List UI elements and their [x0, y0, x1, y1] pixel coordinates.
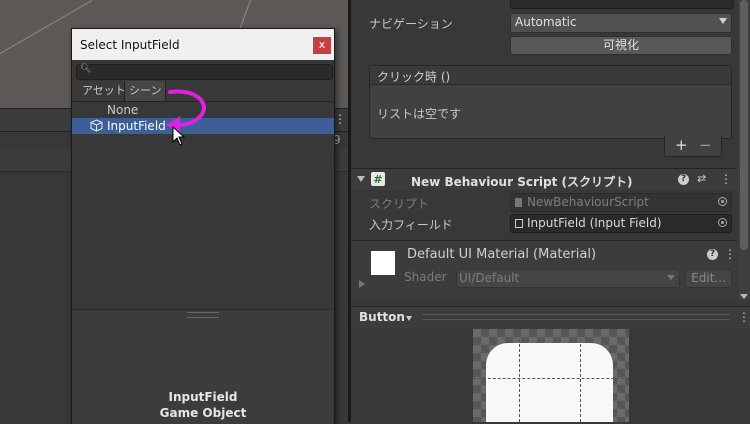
- navigation-value: Automatic: [515, 15, 577, 29]
- script-label: スクリプト: [369, 197, 430, 211]
- material-swatch: [371, 251, 395, 275]
- visualize-button[interactable]: 可視化: [510, 36, 732, 55]
- material-menu-icon[interactable]: ⋮: [724, 247, 736, 261]
- help-icon[interactable]: ?: [707, 249, 718, 260]
- component-menu-icon[interactable]: ⋮: [720, 172, 732, 186]
- search-input[interactable]: 🔍︎: [76, 64, 333, 80]
- remove-event-button[interactable]: −: [699, 136, 712, 154]
- svg-text:#: #: [373, 173, 382, 186]
- preview-title-dropdown[interactable]: Button: [359, 310, 405, 324]
- preview-object-type: Game Object: [159, 406, 247, 420]
- left-menu-icon[interactable]: ⋮: [334, 112, 346, 126]
- scroll-down-icon[interactable]: [740, 294, 748, 299]
- fold-arrow-icon[interactable]: [359, 280, 365, 288]
- chevron-down-icon: [406, 316, 412, 321]
- mouse-cursor-icon: [172, 126, 186, 146]
- input-field-icon: [515, 219, 523, 228]
- tab-assets[interactable]: アセット: [78, 81, 130, 101]
- input-field-reference[interactable]: InputField (Input Field): [510, 214, 732, 233]
- preset-icon[interactable]: ⇄: [697, 172, 706, 185]
- list-item-none[interactable]: None: [107, 103, 138, 117]
- shader-label: Shader: [404, 270, 447, 284]
- component-title: New Behaviour Script (スクリプト): [411, 175, 633, 189]
- preview-object-name: InputField: [168, 390, 238, 404]
- help-icon[interactable]: ?: [678, 174, 689, 185]
- script-hash-icon: #: [371, 172, 385, 186]
- search-icon: 🔍︎: [80, 64, 92, 74]
- dialog-preview-pane: InputField Game Object: [72, 309, 334, 424]
- preview-menu-icon[interactable]: ⋮: [738, 310, 750, 324]
- dialog-title: Select InputField: [80, 38, 180, 52]
- object-picker-icon[interactable]: [718, 218, 727, 227]
- annotation-arrow-icon: [166, 89, 206, 134]
- scrollbar-thumb[interactable]: [740, 0, 748, 250]
- script-field-value: NewBehaviourScript: [527, 195, 649, 209]
- input-field-label: 入力フィールド: [369, 218, 453, 232]
- navigation-label: ナビゲーション: [369, 17, 453, 31]
- add-event-button[interactable]: +: [675, 136, 688, 154]
- onclick-footer: + −: [664, 136, 722, 157]
- slice-guide: [473, 378, 629, 379]
- script-field[interactable]: NewBehaviourScript: [510, 193, 732, 212]
- list-item-label: InputField: [107, 119, 166, 133]
- material-title: Default UI Material (Material): [407, 247, 597, 262]
- chevron-down-icon: [667, 275, 675, 280]
- dialog-titlebar[interactable]: Select InputField x: [72, 29, 334, 60]
- top-field[interactable]: [510, 0, 734, 9]
- object-picker-icon[interactable]: [718, 197, 727, 206]
- onclick-header: クリック時 (): [370, 66, 731, 85]
- close-button[interactable]: x: [313, 37, 331, 54]
- onclick-empty-text: リストは空です: [377, 107, 462, 121]
- slice-guide: [519, 329, 520, 422]
- onclick-event-list: クリック時 () リストは空です: [369, 65, 732, 139]
- button-sprite-preview: [486, 343, 613, 422]
- chevron-down-icon: [719, 18, 727, 24]
- gameobject-cube-icon: [90, 119, 103, 132]
- fold-arrow-icon[interactable]: [357, 176, 365, 182]
- input-field-value: InputField (Input Field): [527, 216, 662, 230]
- onclick-title: クリック時 (): [377, 70, 451, 84]
- shader-value: UI/Default: [459, 271, 520, 285]
- resize-handle[interactable]: [187, 312, 219, 318]
- navigation-dropdown[interactable]: Automatic: [510, 13, 732, 33]
- shader-dropdown[interactable]: UI/Default: [456, 269, 680, 288]
- slice-guide: [580, 329, 581, 422]
- preview-resize-handle[interactable]: [422, 314, 730, 320]
- edit-shader-button[interactable]: Edit...: [685, 269, 732, 288]
- script-file-icon: [515, 198, 522, 207]
